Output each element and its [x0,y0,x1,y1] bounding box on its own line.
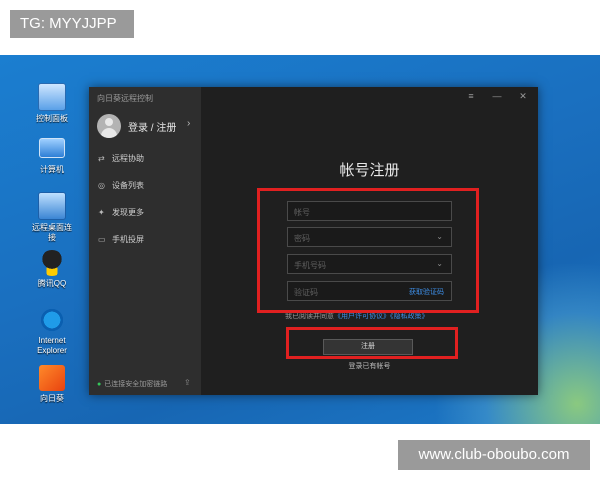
sidebar-item-label: 发现更多 [112,208,144,217]
control-panel-icon [38,83,66,111]
sidebar-item-screen-cast[interactable]: ▭ 手机投屏 [98,234,144,246]
sunlogin-window: 向日葵远程控制 登录 / 注册 › ⇄ 远程协助 ◎ 设备列表 ✦ 发现更多 ▭ 手机投… [89,87,538,395]
desktop-icon-label: 向日葵 [40,394,64,403]
avatar-body [101,128,117,138]
share-icon[interactable]: ⇪ [184,378,191,387]
remote-assist-icon: ⇄ [98,154,105,163]
tg-tag-overlay: TG: MYYJJPP [10,10,134,38]
sidebar-item-label: 远程协助 [112,154,144,163]
login-register-link[interactable]: 登录 / 注册 [128,119,176,134]
device-list-icon: ◎ [98,181,105,190]
ie-icon [39,307,65,333]
desktop-icon-label: 远程桌面连接 [32,223,72,242]
avatar-head [105,118,113,126]
remote-desktop-icon [38,192,66,220]
shield-check-icon: ● [97,381,102,388]
sunlogin-icon [39,365,65,391]
sidebar: 向日葵远程控制 登录 / 注册 › ⇄ 远程协助 ◎ 设备列表 ✦ 发现更多 ▭ 手机投… [89,87,201,395]
highlight-box-form-fields [257,188,479,313]
sidebar-item-label: 设备列表 [112,181,144,190]
desktop-icon-remote-desktop[interactable]: 远程桌面连接 [30,192,74,243]
login-existing-account-link[interactable]: 登录已有帐号 [201,361,538,371]
desktop-icon-control-panel[interactable]: 控制面板 [30,83,74,124]
close-icon[interactable]: ✕ [517,91,529,102]
desktop: 控制面板 计算机 远程桌面连接 腾讯QQ Internet Explorer 向… [0,55,600,424]
sidebar-item-remote-assist[interactable]: ⇄ 远程协助 [98,153,144,165]
agreement-prefix: 我已阅读并同意 [285,313,334,320]
qq-penguin-icon [39,250,65,276]
desktop-icon-qq[interactable]: 腾讯QQ [30,250,74,289]
desktop-icon-label: 腾讯QQ [37,279,67,288]
desktop-icon-ie[interactable]: Internet Explorer [30,307,74,356]
avatar[interactable] [97,114,121,138]
window-title: 向日葵远程控制 [97,94,153,103]
sidebar-item-device-list[interactable]: ◎ 设备列表 [98,180,144,192]
sidebar-item-discover[interactable]: ✦ 发现更多 [98,207,144,219]
menu-icon[interactable]: ≡ [465,91,477,101]
desktop-icon-sunlogin[interactable]: 向日葵 [30,365,74,404]
form-title: 帐号注册 [339,162,400,179]
connection-status: ● 已连接安全加密链路 [97,379,167,389]
desktop-icon-label: 控制面板 [36,114,68,123]
discover-icon: ✦ [98,208,105,217]
desktop-icon-label: 计算机 [40,165,64,174]
desktop-icon-computer[interactable]: 计算机 [30,138,74,175]
connection-status-label: 已连接安全加密链路 [104,381,168,388]
highlight-box-register [286,327,458,359]
privacy-policy-link[interactable]: 《隐私政策》 [390,313,429,320]
desktop-icon-label: Internet Explorer [37,336,67,355]
chevron-right-icon[interactable]: › [187,118,190,129]
minimize-icon[interactable]: — [491,91,503,101]
sidebar-item-label: 手机投屏 [112,235,144,244]
user-license-link[interactable]: 《用户许可协议》 [334,313,390,320]
computer-icon [39,138,65,158]
site-watermark: www.club-oboubo.com [398,440,590,470]
screen-cast-icon: ▭ [98,235,106,244]
